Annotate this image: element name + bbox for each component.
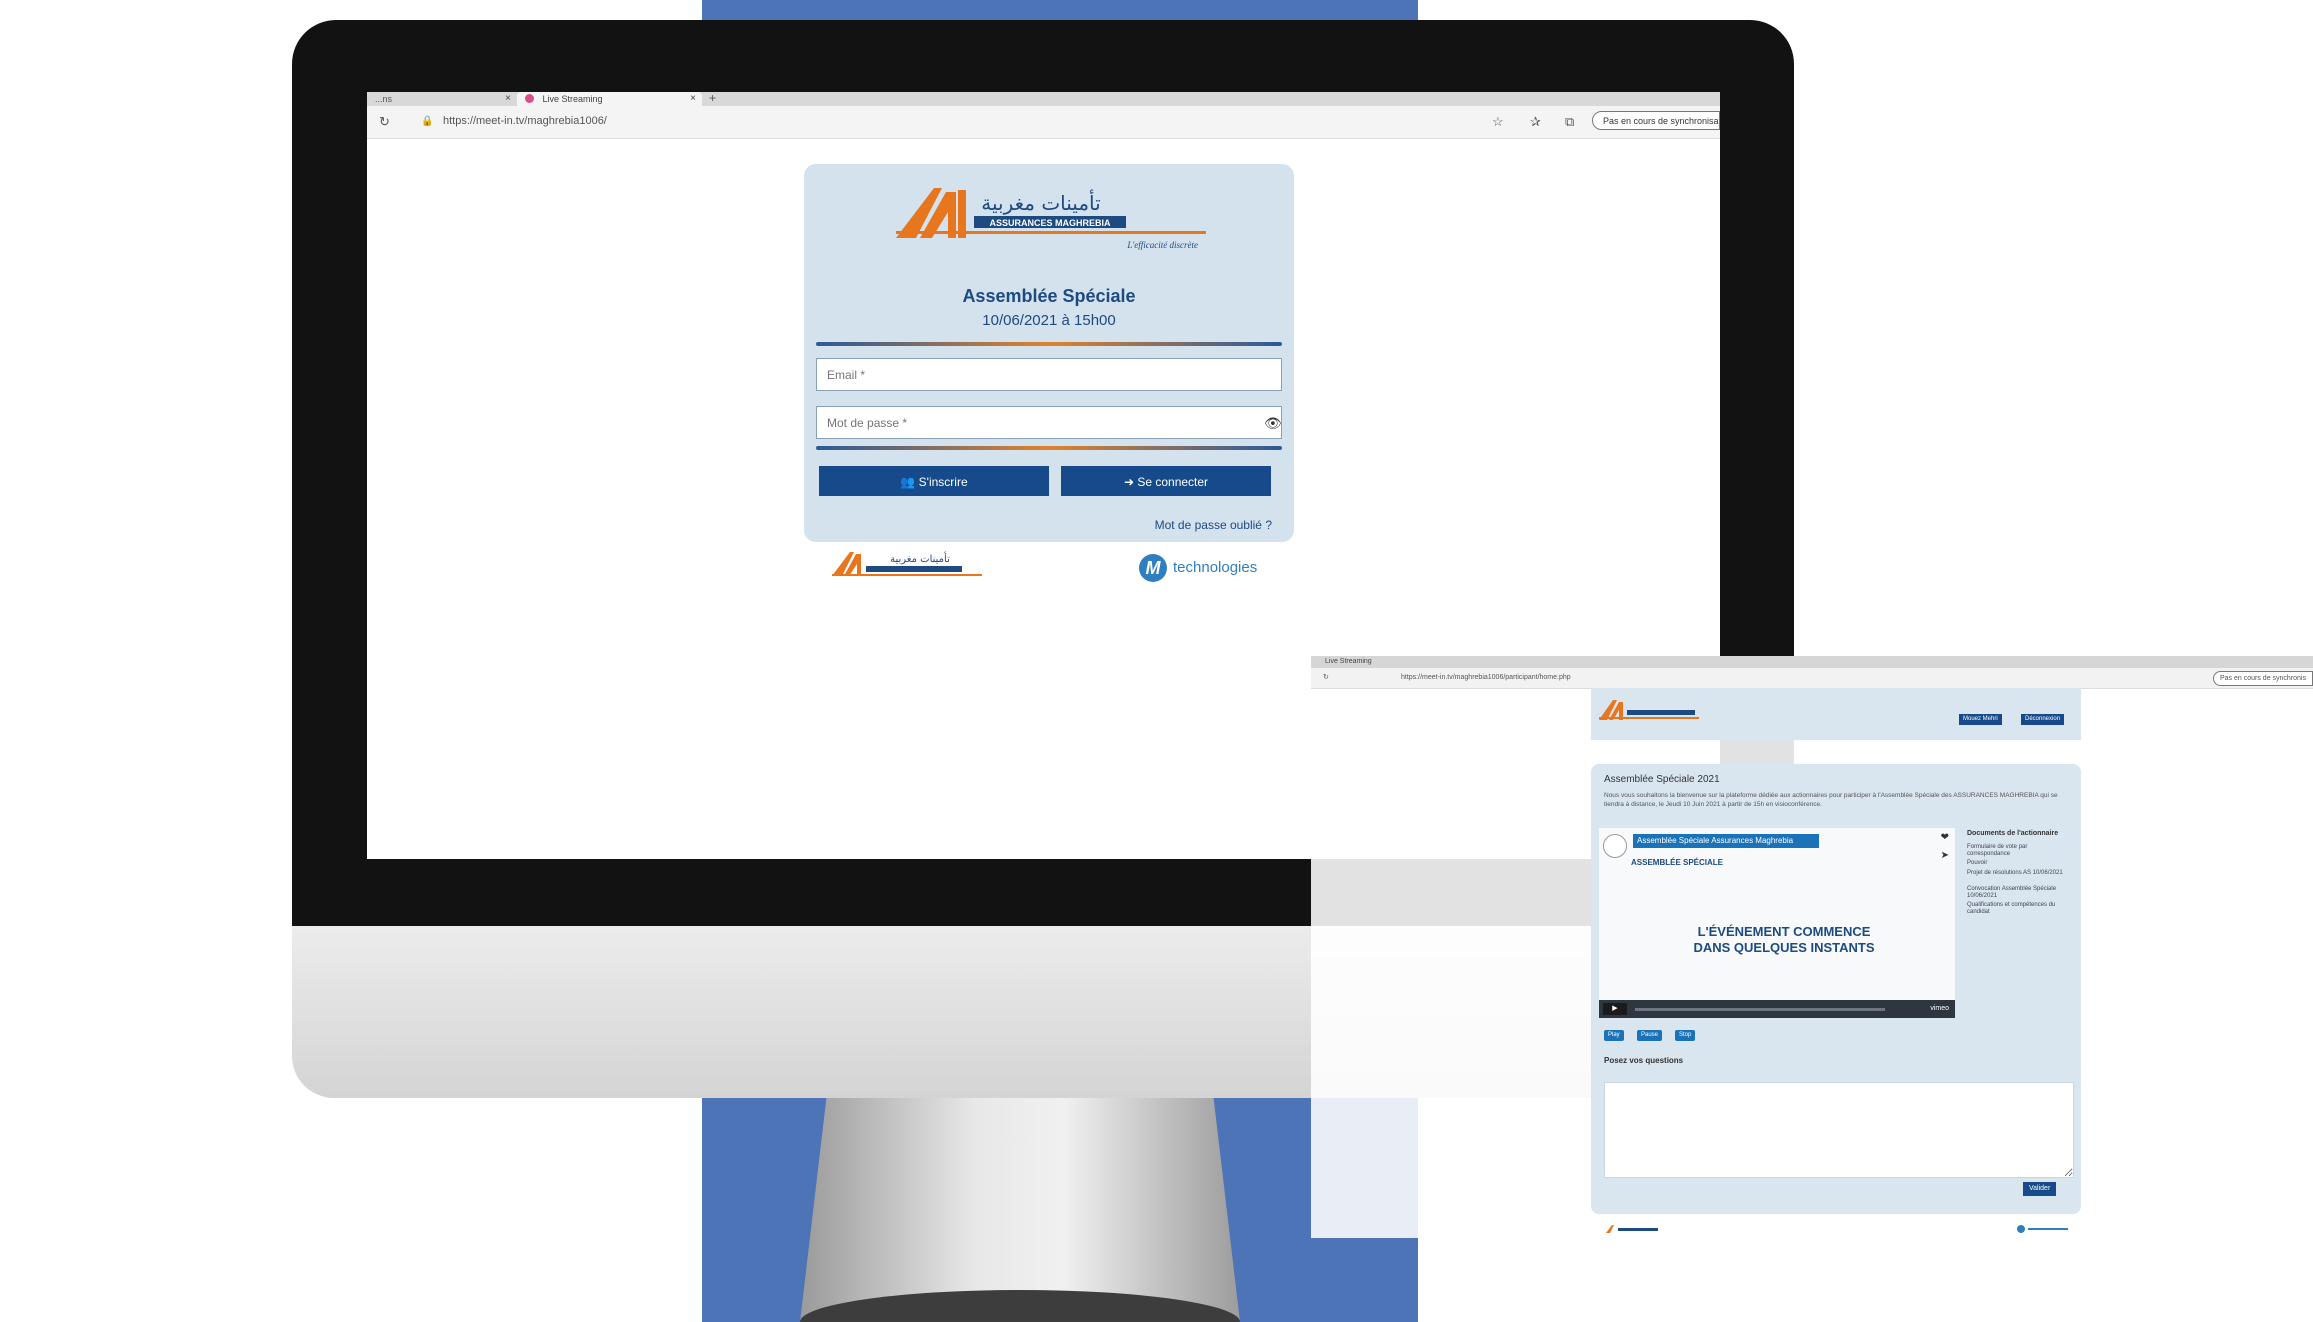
logo-brand-text: ASSURANCES MAGHREBIA <box>989 218 1111 228</box>
video-message: L'ÉVÉNEMENT COMMENCE DANS QUELQUES INSTA… <box>1659 924 1909 956</box>
address-bar: ↻ 🔒 https://meet-in.tv/maghrebia1006/ ☆ … <box>367 106 1720 139</box>
doc-link[interactable]: Convocation Assemblée Spéciale 10/06/202… <box>1967 886 2067 900</box>
add-favorite-icon[interactable]: ☆ <box>1492 115 1504 129</box>
login-card: تأمينات مغربية ASSURANCES MAGHREBIA L'ef… <box>804 164 1294 542</box>
tab-label: ...ns <box>375 94 393 104</box>
footer-logo-arabic: تأمينات مغربية <box>890 551 950 565</box>
questions-label: Posez vos questions <box>1604 1056 1684 1065</box>
participant-page-overlay: Live Streaming ↻ https://meet-in.tv/magh… <box>1311 656 2313 1238</box>
new-tab-icon[interactable]: + <box>709 92 716 105</box>
overlay-footer-logo <box>1606 1225 1658 1233</box>
overlay-tab[interactable]: Live Streaming <box>1325 656 1372 668</box>
doc-link[interactable]: Pouvoir <box>1967 860 2067 867</box>
pause-pill-button[interactable]: Pause <box>1637 1030 1663 1041</box>
overlay-main-panel: Assemblée Spéciale 2021 Nous vous souhai… <box>1591 764 2081 1214</box>
sign-in-icon: ➜ <box>1123 475 1134 489</box>
logo-slogan-text: L'efficacité discrète <box>1126 240 1198 250</box>
video-subtitle: ASSEMBLÉE SPÉCIALE <box>1631 858 1724 867</box>
send-icon[interactable]: ➤ <box>1941 850 1949 861</box>
video-progress-bar[interactable] <box>1635 1008 1885 1011</box>
url-field[interactable]: https://meet-in.tv/maghrebia1006/ <box>443 115 607 127</box>
heart-icon[interactable]: ❤ <box>1941 832 1949 843</box>
overlay-url[interactable]: https://meet-in.tv/maghrebia1006/partici… <box>1401 668 1571 688</box>
play-icon[interactable]: ▶ <box>1603 1003 1627 1015</box>
questions-textarea[interactable] <box>1604 1082 2074 1178</box>
play-pill-button[interactable]: Play <box>1604 1030 1624 1041</box>
video-message-line1: L'ÉVÉNEMENT COMMENCE <box>1697 924 1871 939</box>
technologies-mark: M <box>1139 554 1167 582</box>
reload-icon[interactable]: ↻ <box>379 115 390 129</box>
event-title: Assemblée Spéciale <box>962 286 1136 306</box>
gradient-divider <box>816 342 1282 346</box>
signup-button[interactable]: 👥 S'inscrire <box>819 466 1049 496</box>
tab-label: Live Streaming <box>542 94 603 104</box>
logo-arabic-text: تأمينات مغربية <box>981 189 1100 215</box>
user-plus-icon: 👥 <box>900 475 916 489</box>
sync-button[interactable]: Pas en cours de synchronisation <box>1592 111 1720 130</box>
overlay-logo <box>1599 700 1699 720</box>
overlay-description: Nous vous souhaitons la bienvenue sur la… <box>1604 792 2058 808</box>
event-date: 10/06/2021 à 15h00 <box>982 312 1116 329</box>
signup-label: S'inscrire <box>918 475 968 489</box>
monitor-stand <box>800 1098 1240 1322</box>
lock-icon[interactable]: 🔒 <box>421 115 433 129</box>
video-title: Assemblée Spéciale Assurances Maghrebia <box>1633 834 1819 848</box>
submit-button[interactable]: Valider <box>2023 1182 2057 1196</box>
overlay-footer-technologies-logo <box>2017 1225 2068 1233</box>
video-controls: ▶ vimeo <box>1599 1000 1955 1018</box>
technologies-logo: M technologies <box>1139 552 1279 586</box>
overlay-reload-icon[interactable]: ↻ <box>1323 668 1329 688</box>
forgot-password-link[interactable]: Mot de passe oublié ? <box>1155 518 1272 532</box>
stop-pill-button[interactable]: Stop <box>1675 1030 1696 1041</box>
favicon-icon <box>525 94 534 103</box>
eye-icon[interactable]: 👁 <box>1264 415 1282 432</box>
channel-avatar <box>1603 834 1627 858</box>
tab-close-icon[interactable]: × <box>505 92 511 106</box>
overlay-address-bar: ↻ https://meet-in.tv/maghrebia1006/parti… <box>1311 668 2313 689</box>
collections-icon[interactable]: ⧉ <box>1565 115 1574 129</box>
doc-link[interactable]: Qualifications et compétences du candida… <box>1967 902 2067 916</box>
doc-link[interactable]: Formulaire de vote par correspondance <box>1967 844 2067 858</box>
tab-bar: ...ns × Live Streaming × + <box>367 92 1720 106</box>
vimeo-logo[interactable]: vimeo <box>1930 1003 1949 1015</box>
login-button[interactable]: ➜ Se connecter <box>1061 466 1271 496</box>
logout-button[interactable]: Déconnexion <box>2021 714 2065 725</box>
technologies-text: technologies <box>1173 559 1258 576</box>
footer-maghrebia-logo: تأمينات مغربية <box>832 551 982 576</box>
tab-inactive[interactable]: ...ns × <box>367 92 517 106</box>
favorites-icon[interactable]: ✰ <box>1530 115 1541 129</box>
maghrebia-logo: تأمينات مغربية ASSURANCES MAGHREBIA L'ef… <box>896 188 1206 250</box>
overlay-sync-button[interactable]: Pas en cours de synchronis <box>2213 671 2313 686</box>
user-button[interactable]: Mouez Mehri <box>1959 714 2002 725</box>
overlay-header: Mouez Mehri Déconnexion <box>1591 688 2081 740</box>
password-input[interactable] <box>816 406 1282 439</box>
tab-live-streaming[interactable]: Live Streaming × <box>517 92 702 106</box>
overlay-tab-bar: Live Streaming <box>1311 656 2313 668</box>
video-message-line2: DANS QUELQUES INSTANTS <box>1693 940 1875 955</box>
tab-close-icon[interactable]: × <box>690 92 696 106</box>
login-label: Se connecter <box>1137 475 1209 489</box>
video-player[interactable]: Assemblée Spéciale Assurances Maghrebia … <box>1599 828 1955 1018</box>
doc-link[interactable]: Projet de résolutions AS 10/06/2021 <box>1967 870 2067 877</box>
email-input[interactable] <box>816 358 1282 391</box>
documents-title: Documents de l'actionnaire <box>1967 830 2059 837</box>
overlay-title: Assemblée Spéciale 2021 <box>1604 774 1720 785</box>
gradient-divider <box>816 446 1282 450</box>
